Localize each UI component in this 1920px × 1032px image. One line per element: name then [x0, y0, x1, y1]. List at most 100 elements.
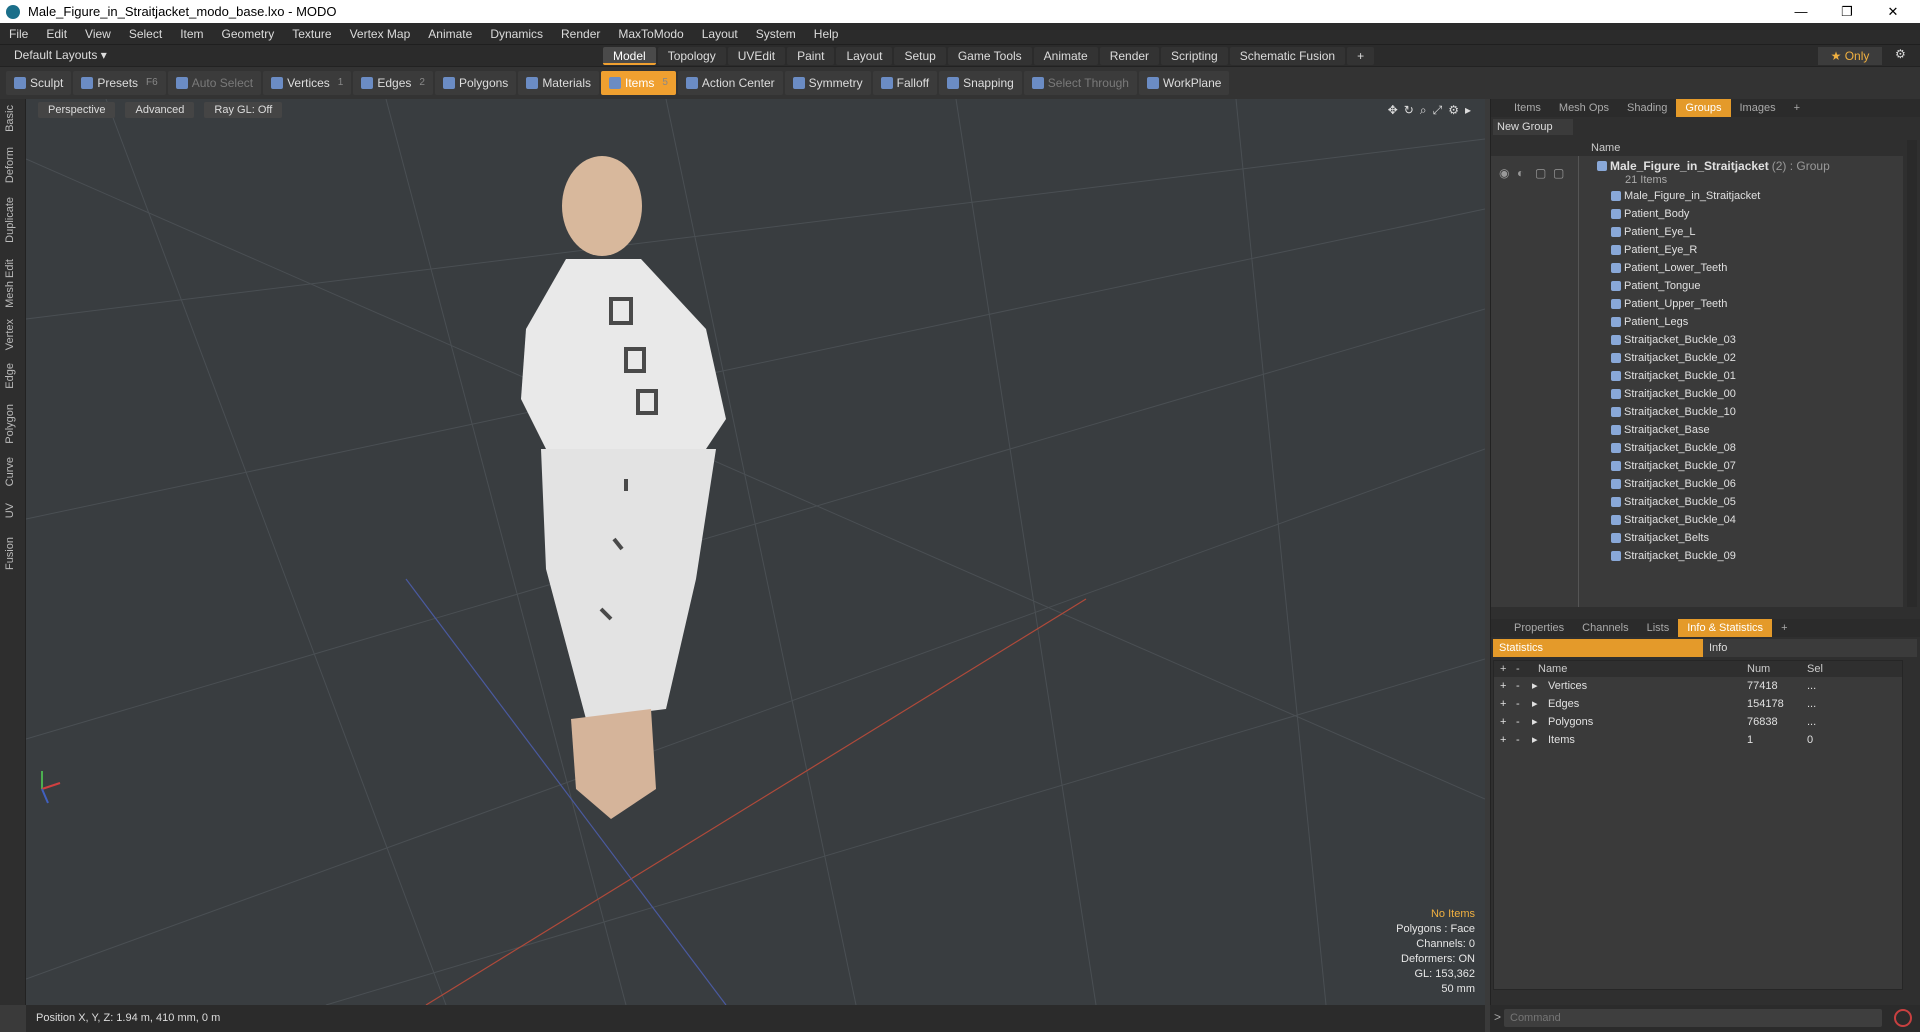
list-item[interactable]: Straitjacket_Buckle_01 — [1611, 367, 1736, 385]
add-panel-tab-button[interactable]: + — [1785, 99, 1809, 117]
box-icon[interactable]: ▢ — [1553, 166, 1564, 180]
list-item[interactable]: Straitjacket_Buckle_07 — [1611, 457, 1736, 475]
list-item[interactable]: Straitjacket_Base — [1611, 421, 1710, 439]
menu-view[interactable]: View — [76, 27, 120, 41]
collapse-all-header[interactable]: - — [1516, 661, 1520, 677]
row-plus[interactable]: + — [1500, 731, 1506, 749]
fit-icon[interactable]: ⤢ — [1433, 103, 1443, 118]
layout-dropdown[interactable]: Default Layouts ▾ — [14, 48, 107, 62]
tab-deform[interactable]: Deform — [4, 147, 22, 183]
list-item[interactable]: Straitjacket_Buckle_02 — [1611, 349, 1736, 367]
items-button[interactable]: Items 5 — [601, 71, 676, 95]
list-item[interactable]: Straitjacket_Belts — [1611, 529, 1709, 547]
zoom-icon[interactable]: ⌕ — [1420, 103, 1427, 118]
falloff-button[interactable]: Falloff — [872, 71, 938, 95]
menu-edit[interactable]: Edit — [37, 27, 76, 41]
list-item[interactable]: Patient_Lower_Teeth — [1611, 259, 1727, 277]
row-plus[interactable]: + — [1500, 695, 1506, 713]
raygl-button[interactable]: Ray GL: Off — [204, 102, 283, 118]
tab-channels[interactable]: Channels — [1573, 619, 1637, 637]
tab-paint[interactable]: Paint — [787, 47, 835, 65]
minimize-button[interactable]: — — [1778, 0, 1824, 23]
row-minus[interactable]: - — [1516, 731, 1520, 749]
tab-curve[interactable]: Curve — [4, 457, 22, 486]
menu-select[interactable]: Select — [120, 27, 171, 41]
subtab-info[interactable]: Info — [1703, 639, 1917, 657]
tab-basic[interactable]: Basic — [4, 105, 22, 132]
list-item[interactable]: Straitjacket_Buckle_04 — [1611, 511, 1736, 529]
tab-layout[interactable]: Layout — [836, 47, 893, 65]
lock-icon[interactable]: ◐ — [1517, 166, 1524, 180]
tab-model[interactable]: Model — [603, 47, 656, 65]
menu-help[interactable]: Help — [805, 27, 848, 41]
tab-lists[interactable]: Lists — [1638, 619, 1679, 637]
menu-layout[interactable]: Layout — [693, 27, 747, 41]
maximize-button[interactable]: ❐ — [1824, 0, 1870, 23]
menu-geometry[interactable]: Geometry — [213, 27, 284, 41]
perspective-button[interactable]: Perspective — [38, 102, 116, 118]
tab-groups[interactable]: Groups — [1676, 99, 1731, 117]
tab-topology[interactable]: Topology — [657, 47, 726, 65]
menu-file[interactable]: File — [0, 27, 37, 41]
edges-button[interactable]: Edges 2 — [353, 71, 433, 95]
tab-render[interactable]: Render — [1099, 47, 1160, 65]
list-item[interactable]: Patient_Legs — [1611, 313, 1688, 331]
select-through-button[interactable]: Select Through — [1023, 71, 1137, 95]
auto-select-button[interactable]: Auto Select — [167, 71, 262, 95]
tab-setup[interactable]: Setup — [894, 47, 946, 65]
tab-vertex[interactable]: Vertex — [4, 319, 22, 350]
workplane-button[interactable]: WorkPlane — [1138, 71, 1230, 95]
tab-uv[interactable]: UV — [4, 503, 22, 518]
expand-all-header[interactable]: + — [1500, 661, 1506, 677]
list-item[interactable]: Patient_Tongue — [1611, 277, 1700, 295]
settings-icon[interactable]: ⚙ — [1448, 103, 1459, 118]
list-item[interactable]: Patient_Eye_L — [1611, 223, 1696, 241]
eye-icon[interactable]: ◉ — [1499, 166, 1509, 180]
box-icon[interactable]: ▢ — [1535, 166, 1546, 180]
menu-item[interactable]: Item — [171, 27, 212, 41]
command-input[interactable] — [1504, 1009, 1882, 1027]
menu-dynamics[interactable]: Dynamics — [481, 27, 552, 41]
menu-render[interactable]: Render — [552, 27, 609, 41]
table-row[interactable]: + - ▸ Items 1 0 — [1494, 731, 1902, 749]
menu-maxtomodo[interactable]: MaxToModo — [609, 27, 692, 41]
tab-duplicate[interactable]: Duplicate — [4, 197, 22, 243]
polygons-button[interactable]: Polygons — [434, 71, 517, 95]
list-item[interactable]: Male_Figure_in_Straitjacket — [1611, 187, 1760, 205]
action-center-button[interactable]: Action Center — [677, 71, 783, 95]
tab-edge[interactable]: Edge — [4, 363, 22, 389]
list-item[interactable]: Straitjacket_Buckle_09 — [1611, 547, 1736, 565]
add-layout-tab-button[interactable]: + — [1347, 47, 1375, 65]
presets-button[interactable]: Presets F6 — [73, 71, 166, 95]
vertices-button[interactable]: Vertices 1 — [263, 71, 352, 95]
tab-images[interactable]: Images — [1731, 99, 1785, 117]
tab-schematic-fusion[interactable]: Schematic Fusion — [1229, 47, 1346, 65]
advanced-button[interactable]: Advanced — [125, 102, 195, 118]
row-plus[interactable]: + — [1500, 713, 1506, 731]
list-item[interactable]: Patient_Upper_Teeth — [1611, 295, 1727, 313]
only-toggle[interactable]: ★ Only — [1818, 47, 1882, 65]
close-button[interactable]: ✕ — [1870, 0, 1916, 23]
male-figure-in-straitjacket-model[interactable] — [521, 156, 726, 819]
tab-polygon[interactable]: Polygon — [4, 404, 22, 444]
3d-viewport[interactable]: Perspective Advanced Ray GL: Off ✥ ↻ ⌕ ⤢… — [26, 99, 1485, 1005]
list-item[interactable]: Patient_Body — [1611, 205, 1689, 223]
expand-arrow-icon[interactable]: ▸ — [1532, 731, 1538, 749]
row-minus[interactable]: - — [1516, 677, 1520, 695]
menu-vertex-map[interactable]: Vertex Map — [341, 27, 420, 41]
subtab-statistics[interactable]: Statistics — [1493, 639, 1703, 657]
expand-arrow-icon[interactable]: ▸ — [1532, 713, 1538, 731]
menu-system[interactable]: System — [747, 27, 805, 41]
tab-mesh-ops[interactable]: Mesh Ops — [1550, 99, 1618, 117]
tab-properties[interactable]: Properties — [1505, 619, 1573, 637]
tab-mesh-edit[interactable]: Mesh Edit — [4, 259, 22, 308]
expand-arrow-icon[interactable]: ▸ — [1465, 103, 1471, 118]
table-row[interactable]: + - ▸ Edges 154178 ... — [1494, 695, 1902, 713]
list-item[interactable]: Straitjacket_Buckle_08 — [1611, 439, 1736, 457]
add-panel-tab-button[interactable]: + — [1772, 619, 1796, 637]
list-item[interactable]: Straitjacket_Buckle_00 — [1611, 385, 1736, 403]
row-minus[interactable]: - — [1516, 695, 1520, 713]
expand-arrow-icon[interactable]: ▸ — [1532, 695, 1538, 713]
record-icon[interactable] — [1894, 1009, 1912, 1027]
table-row[interactable]: + - ▸ Polygons 76838 ... — [1494, 713, 1902, 731]
